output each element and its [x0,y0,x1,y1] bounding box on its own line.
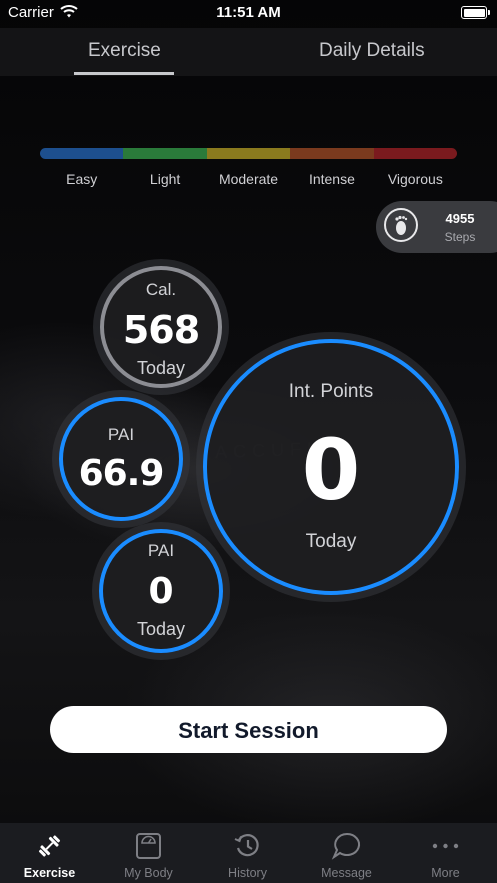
steps-widget[interactable]: 4955 Steps [376,201,497,253]
intensity-segment-vigorous [373,148,457,159]
active-tab-indicator [74,72,174,75]
pai-today-subtitle: Today [136,619,186,639]
int-points-value: 0 [301,421,361,519]
calories-title: Cal. [145,280,177,299]
footprint-icon [384,208,418,242]
intensity-labels: Easy Light Moderate Intense Vigorous [40,171,457,187]
intensity-label-vigorous: Vigorous [387,171,443,187]
status-bar: Carrier 11:51 AM [0,0,497,28]
bottom-nav-bar: Exercise My Body History Message More [0,823,497,883]
intensity-label-easy: Easy [66,171,98,187]
intensity-scale-bar [40,148,457,159]
tab-exercise[interactable]: Exercise [88,40,161,62]
intensity-label-light: Light [149,171,181,187]
battery-icon [461,6,490,19]
nav-item-exercise[interactable]: Exercise [0,823,99,883]
scale-icon [133,831,164,861]
intensity-label-intense: Intense [308,171,355,187]
pai-today-title: PAI [147,541,175,560]
nav-item-more[interactable]: More [396,823,495,883]
steps-label: Steps [444,230,476,244]
pai-today-value: 0 [148,571,174,612]
pai-total-title: PAI [107,425,135,444]
status-time: 11:51 AM [216,4,281,21]
calories-subtitle: Today [136,358,186,378]
intensity-segment-easy [40,148,124,159]
intensity-segment-intense [290,148,374,159]
pai-total-circle[interactable]: PAI 66.9 [59,397,183,521]
pai-today-circle[interactable]: PAI 0 Today [99,529,223,653]
intensity-segment-light [123,148,207,159]
int-points-circle[interactable]: Int. Points 0 Today [203,339,459,595]
pai-total-value: 66.9 [78,453,165,494]
calories-value: 568 [122,308,200,352]
intensity-label-moderate: Moderate [218,171,279,187]
nav-label-more: More [431,866,460,880]
nav-item-my-body[interactable]: My Body [99,823,198,883]
nav-label-exercise: Exercise [23,866,76,880]
history-icon [232,831,263,861]
nav-label-message: Message [321,866,372,880]
calories-circle[interactable]: Cal. 568 Today [100,266,222,388]
chat-bubble-icon [331,831,362,861]
steps-count: 4955 [445,211,475,226]
intensity-segment-moderate [206,148,291,159]
more-dots-icon [430,831,461,861]
nav-item-message[interactable]: Message [297,823,396,883]
tab-daily-details[interactable]: Daily Details [319,40,425,62]
nav-label-history: History [228,866,267,880]
nav-label-my-body: My Body [124,866,173,880]
dumbbell-icon [34,831,65,861]
int-points-subtitle: Today [305,531,357,552]
int-points-title: Int. Points [288,381,374,402]
top-tab-bar: Exercise Daily Details [0,28,497,76]
nav-item-history[interactable]: History [198,823,297,883]
start-session-button[interactable]: Start Session [50,706,447,753]
